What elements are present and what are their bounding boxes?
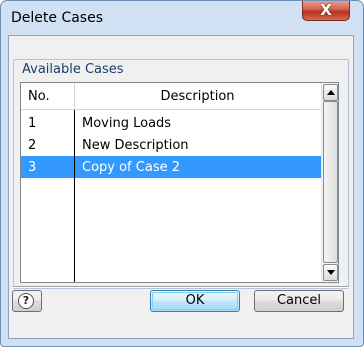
scrollbar-thumb[interactable] xyxy=(323,101,338,263)
case-number: 1 xyxy=(28,116,37,131)
help-button[interactable]: ? xyxy=(12,290,42,312)
case-description: Copy of Case 2 xyxy=(82,160,180,175)
scroll-up-button[interactable] xyxy=(323,84,338,101)
close-icon: X xyxy=(320,1,332,19)
close-button[interactable]: X xyxy=(302,1,350,21)
cancel-label: Cancel xyxy=(276,293,322,308)
scroll-down-button[interactable] xyxy=(323,264,338,281)
title-bar: Delete Cases X xyxy=(1,1,363,36)
table-row[interactable]: 1 Moving Loads xyxy=(21,112,321,134)
case-number: 3 xyxy=(28,160,37,175)
column-divider xyxy=(74,110,75,282)
help-icon: ? xyxy=(18,293,34,309)
divider xyxy=(13,286,349,288)
group-title: Available Cases xyxy=(22,62,124,77)
cases-table: No. Description 1 Moving Loads 2 New Des… xyxy=(20,82,339,283)
arrow-up-icon xyxy=(327,90,335,95)
arrow-down-icon xyxy=(327,270,335,275)
ok-button[interactable]: OK xyxy=(150,290,240,312)
table-row[interactable]: 2 New Description xyxy=(21,134,321,156)
column-header-description[interactable]: Description xyxy=(74,89,321,104)
case-description: Moving Loads xyxy=(82,116,172,131)
ok-label: OK xyxy=(185,293,205,308)
case-number: 2 xyxy=(28,138,37,153)
dialog-title: Delete Cases xyxy=(11,10,104,26)
column-header-no[interactable]: No. xyxy=(28,89,50,104)
case-description: New Description xyxy=(82,138,189,153)
vertical-scrollbar[interactable] xyxy=(321,83,338,282)
cancel-button[interactable]: Cancel xyxy=(254,290,344,312)
table-row-selected[interactable]: 3 Copy of Case 2 xyxy=(21,156,321,178)
table-header: No. Description xyxy=(21,83,321,110)
